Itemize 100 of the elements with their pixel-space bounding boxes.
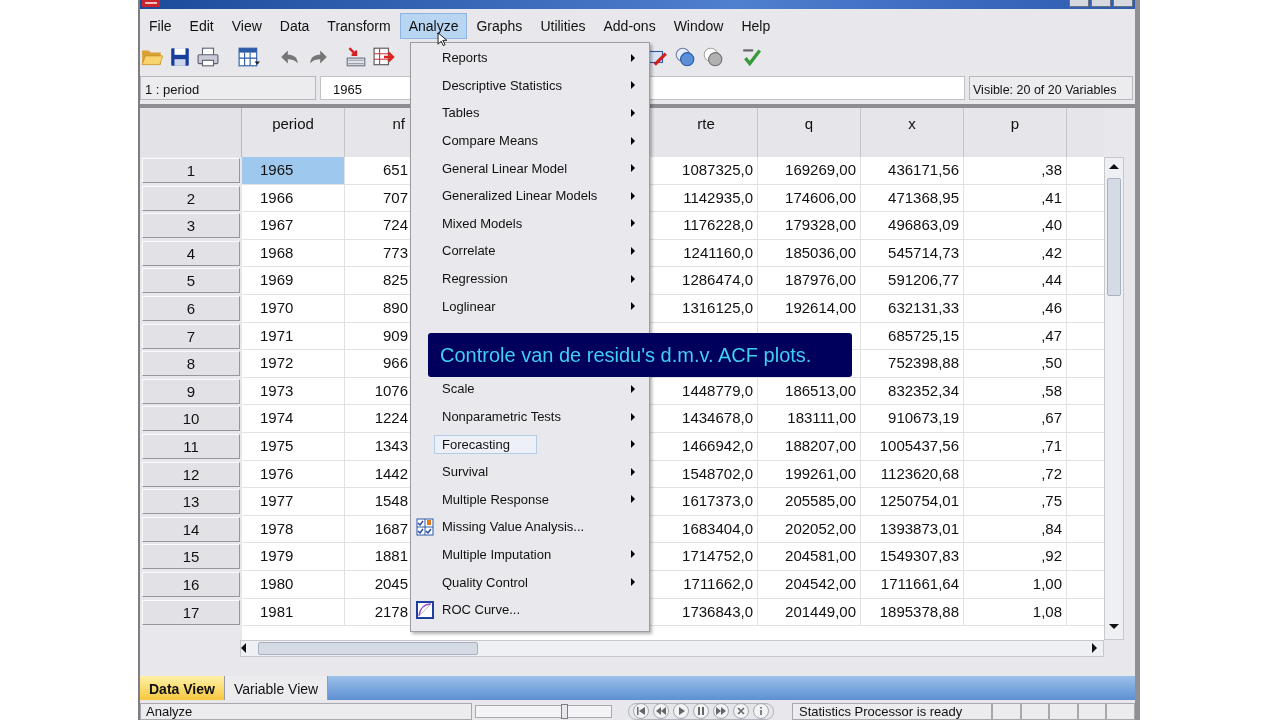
table-cell: 1979	[242, 543, 345, 571]
table-cell: 471368,95	[861, 184, 964, 213]
table-cell: 186513,00	[758, 377, 861, 406]
table-cell: 1980	[242, 570, 345, 599]
table-cell: 1711661,64	[861, 570, 964, 599]
table-cell: 1972	[242, 350, 345, 378]
table-cell: 199261,00	[758, 460, 861, 489]
table-cell: ,50	[964, 350, 1067, 378]
table-cell: 545714,73	[861, 239, 964, 268]
table-cell: 724	[345, 212, 410, 240]
table-cell: 1076	[345, 377, 410, 406]
table-cell: ,41	[964, 184, 1067, 213]
table-cell: 188207,00	[758, 432, 861, 461]
table-cell: 174606,00	[758, 184, 861, 213]
row-header: 12	[142, 461, 240, 487]
table-cell: 1974	[242, 405, 345, 433]
table-cell: 1617373,0	[655, 488, 758, 516]
table-cell: 179328,00	[758, 212, 861, 240]
table-cell: 1966	[242, 184, 345, 213]
row-header: 2	[142, 185, 240, 211]
table-cell: 752398,88	[861, 350, 964, 378]
table-cell: 1548	[345, 488, 410, 516]
table-cell: 1176228,0	[655, 212, 758, 240]
table-cell: 1241160,0	[655, 239, 758, 268]
table-cell: 1087325,0	[655, 157, 758, 185]
row-header: 16	[142, 571, 240, 597]
table-cell: 1393873,01	[861, 515, 964, 544]
table-cell: 205585,00	[758, 488, 861, 516]
table-cell: 1142935,0	[655, 184, 758, 213]
table-cell: 1970	[242, 294, 345, 323]
table-cell: 890	[345, 294, 410, 323]
table-cell: 1969	[242, 267, 345, 295]
row-header: 17	[142, 599, 240, 625]
table-cell: ,46	[964, 294, 1067, 323]
table-cell: 185036,00	[758, 239, 861, 268]
table-cell: 1123620,68	[861, 460, 964, 489]
table-cell: 183111,00	[758, 405, 861, 433]
table-cell: 1316125,0	[655, 294, 758, 323]
table-cell: 201449,00	[758, 598, 861, 627]
table-cell: 1,00	[964, 570, 1067, 599]
table-cell: 2178	[345, 598, 410, 627]
table-cell: 1975	[242, 432, 345, 461]
table-cell: 1005437,56	[861, 432, 964, 461]
table-cell: ,75	[964, 488, 1067, 516]
table-cell: 1548702,0	[655, 460, 758, 489]
table-cell: ,71	[964, 432, 1067, 461]
table-cell: 1968	[242, 239, 345, 268]
table-cell: 707	[345, 184, 410, 213]
table-cell: 909	[345, 322, 410, 351]
table-cell: 1965	[242, 157, 345, 185]
status-message: Analyze	[140, 702, 472, 720]
table-cell: 204542,00	[758, 570, 861, 599]
table-cell: 966	[345, 350, 410, 378]
table-cell: 496863,09	[861, 212, 964, 240]
table-cell: 1978	[242, 515, 345, 544]
table-cell: 1466942,0	[655, 432, 758, 461]
row-header: 14	[142, 516, 240, 542]
table-cell: 1683404,0	[655, 515, 758, 544]
table-cell: 1895378,88	[861, 598, 964, 627]
table-cell: 2045	[345, 570, 410, 599]
row-header: 7	[142, 323, 240, 349]
row-header: 4	[142, 240, 240, 266]
table-cell: ,58	[964, 377, 1067, 406]
table-cell: 1971	[242, 322, 345, 351]
table-cell: 1343	[345, 432, 410, 461]
table-cell: 832352,34	[861, 377, 964, 406]
table-cell: 1,08	[964, 598, 1067, 627]
table-cell: ,38	[964, 157, 1067, 185]
table-cell: ,44	[964, 267, 1067, 295]
table-cell: 632131,33	[861, 294, 964, 323]
table-cell: 1549307,83	[861, 543, 964, 571]
table-cell: 651	[345, 157, 410, 185]
row-header: 11	[142, 433, 240, 459]
table-cell: 1976	[242, 460, 345, 489]
status-text: Statistics Processor is ready	[792, 702, 992, 720]
table-cell: ,42	[964, 239, 1067, 268]
table-cell: 1967	[242, 212, 345, 240]
row-header: 3	[142, 213, 240, 239]
table-cell: 773	[345, 239, 410, 268]
table-cell: 202052,00	[758, 515, 861, 544]
table-cell: ,72	[964, 460, 1067, 489]
table-cell: 1973	[242, 377, 345, 406]
table-cell: ,47	[964, 322, 1067, 351]
table-cell: 1286474,0	[655, 267, 758, 295]
row-header: 1	[142, 158, 240, 183]
table-cell: 591206,77	[861, 267, 964, 295]
video-caption: Controle van de residu's d.m.v. ACF plots.	[428, 333, 852, 377]
row-header: 13	[142, 489, 240, 515]
table-cell: 1711662,0	[655, 570, 758, 599]
table-cell: 1714752,0	[655, 543, 758, 571]
row-header: 8	[142, 351, 240, 377]
cell-name-field: 1 : period	[140, 76, 316, 100]
table-cell: 1442	[345, 460, 410, 489]
table-cell: 436171,56	[861, 157, 964, 185]
table-cell: 1224	[345, 405, 410, 433]
table-cell: 910673,19	[861, 405, 964, 433]
table-cell: 187976,00	[758, 267, 861, 295]
row-header: 9	[142, 378, 240, 404]
table-cell: ,84	[964, 515, 1067, 544]
table-cell: 1434678,0	[655, 405, 758, 433]
